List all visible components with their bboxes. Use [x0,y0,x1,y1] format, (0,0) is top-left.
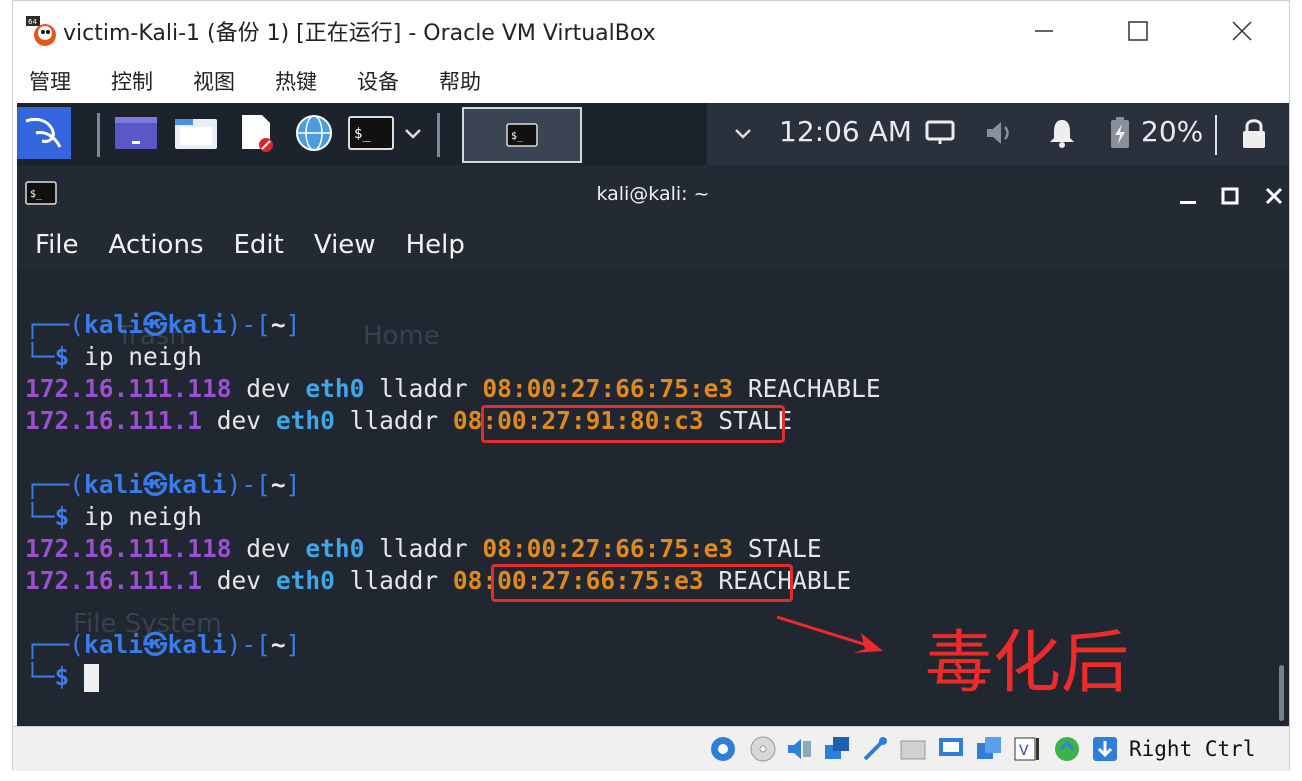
globe-icon [296,115,332,151]
close-icon[interactable] [1263,185,1285,207]
vbox-status-bar: V Right Ctrl [13,726,1289,771]
battery-button[interactable] [1105,113,1135,153]
text-editor-button[interactable] [237,113,277,153]
network-icon[interactable] [823,735,851,763]
command-line: └─$ ip neigh [25,502,203,531]
panel-separator [437,113,440,157]
desktop-home-label: Home [363,321,440,351]
tray-expand-button[interactable] [731,113,755,153]
shared-folder-icon[interactable] [899,735,927,763]
optical-drive-icon[interactable] [749,735,777,763]
menu-devices[interactable]: 设备 [357,66,399,96]
monitor-icon [925,120,955,144]
window-title: victim-Kali-1 (备份 1) [正在运行] - Oracle VM … [63,21,656,46]
terminal-dropdown-button[interactable] [401,113,425,153]
close-button[interactable] [1219,11,1265,51]
svg-text:$_: $_ [511,131,524,142]
usb-icon[interactable] [861,735,889,763]
battery-percent: 20% [1141,115,1204,148]
volume-button[interactable] [983,113,1017,153]
terminal-title: kali@kali: ~ [596,183,710,205]
svg-text:$_: $_ [354,126,371,142]
menu-help[interactable]: 帮助 [439,66,481,96]
menu-view[interactable]: 视图 [193,66,235,96]
prompt-line: ┌──(kali㉿kali)-[~] [25,630,301,659]
kali-dragon-icon [25,117,62,148]
window-titlebar[interactable]: 64 victim-Kali-1 (备份 1) [正在运行] - Oracle … [13,1,1289,59]
display-icon[interactable] [937,735,965,763]
host-key-label: Right Ctrl [1129,737,1256,761]
menu-manage[interactable]: 管理 [29,66,71,96]
video-capture-icon[interactable] [975,735,1003,763]
highlight-box-after [491,564,793,602]
notifications-button[interactable] [1045,113,1079,153]
battery-charging-icon [1111,117,1129,148]
terminal-menu-view[interactable]: View [314,230,376,260]
text-editor-icon [242,115,273,152]
text-cursor [84,664,100,692]
panel-separator [97,113,100,157]
maximize-icon[interactable] [1219,185,1241,207]
command-line: └─$ ip neigh [25,342,203,371]
annotation-arrow [776,615,883,653]
terminal-menu-file[interactable]: File [35,230,79,260]
terminal-menu-help[interactable]: Help [406,230,465,260]
show-desktop-button[interactable] [113,113,159,153]
terminal-menu-actions[interactable]: Actions [109,230,204,260]
chevron-down-icon [735,129,751,139]
active-prompt-line: └─$ [25,661,100,693]
terminal-scrollbar[interactable] [1279,665,1284,721]
maximize-button[interactable] [1115,11,1161,51]
virtualbox-window: 64 victim-Kali-1 (备份 1) [正在运行] - Oracle … [12,0,1290,771]
kali-menu-button[interactable] [17,107,71,159]
prompt-line: ┌──(kali㉿kali)-[~] [25,470,301,499]
minimize-icon[interactable] [1177,185,1199,207]
close-icon [1232,21,1252,41]
annotation-label: 毒化后 [925,624,1130,703]
host-key-icon[interactable] [1091,735,1119,763]
lock-screen-button[interactable] [1237,113,1271,153]
highlight-box-before [481,405,785,443]
panel-clock[interactable]: 12:06 AM [779,115,912,148]
bell-icon [1050,120,1074,148]
audio-icon[interactable] [785,735,813,763]
chevron-down-icon [405,129,421,139]
terminal-icon: $_ [348,116,394,150]
hard-disk-icon[interactable] [709,735,737,763]
terminal-menu-bar: File Actions Edit View Help [17,221,1289,269]
file-manager-button[interactable] [173,113,219,153]
svg-text:64: 64 [28,18,37,26]
virtualbox-app-icon: 64 [26,16,56,46]
vbox-menu-bar: 管理 控制 视图 热键 设备 帮助 [13,59,1289,103]
desktop-icon [115,117,157,149]
terminal-icon: $_ [506,123,538,147]
minimize-button[interactable] [1021,11,1067,51]
prompt-line: ┌──(kali㉿kali)-[~] [25,310,301,339]
lock-icon [1243,119,1265,148]
mouse-integration-icon[interactable] [1053,735,1081,763]
display-button[interactable] [923,113,957,153]
speaker-icon [987,122,1009,144]
menu-control[interactable]: 控制 [111,66,153,96]
minimize-icon [1035,30,1053,32]
menu-hotkeys[interactable]: 热键 [275,66,317,96]
web-browser-button[interactable] [293,113,337,153]
folder-icon [175,119,217,149]
maximize-icon [1128,21,1148,41]
terminal-launcher-button[interactable]: $_ [347,113,395,153]
neigh-row: 172.16.111.118 dev eth0 lladdr 08:00:27:… [25,374,881,403]
neigh-row: 172.16.111.118 dev eth0 lladdr 08:00:27:… [25,534,822,563]
panel-separator [1215,115,1217,155]
terminal-titlebar[interactable]: $_ kali@kali: ~ [17,165,1289,221]
virtualization-icon[interactable]: V [1013,735,1041,763]
svg-text:V: V [1019,743,1029,759]
taskbar-terminal-button[interactable]: $_ [462,107,582,163]
xfce-top-panel: $_ $_ 12:06 AM 20% [17,103,1289,165]
terminal-menu-edit[interactable]: Edit [234,230,284,260]
